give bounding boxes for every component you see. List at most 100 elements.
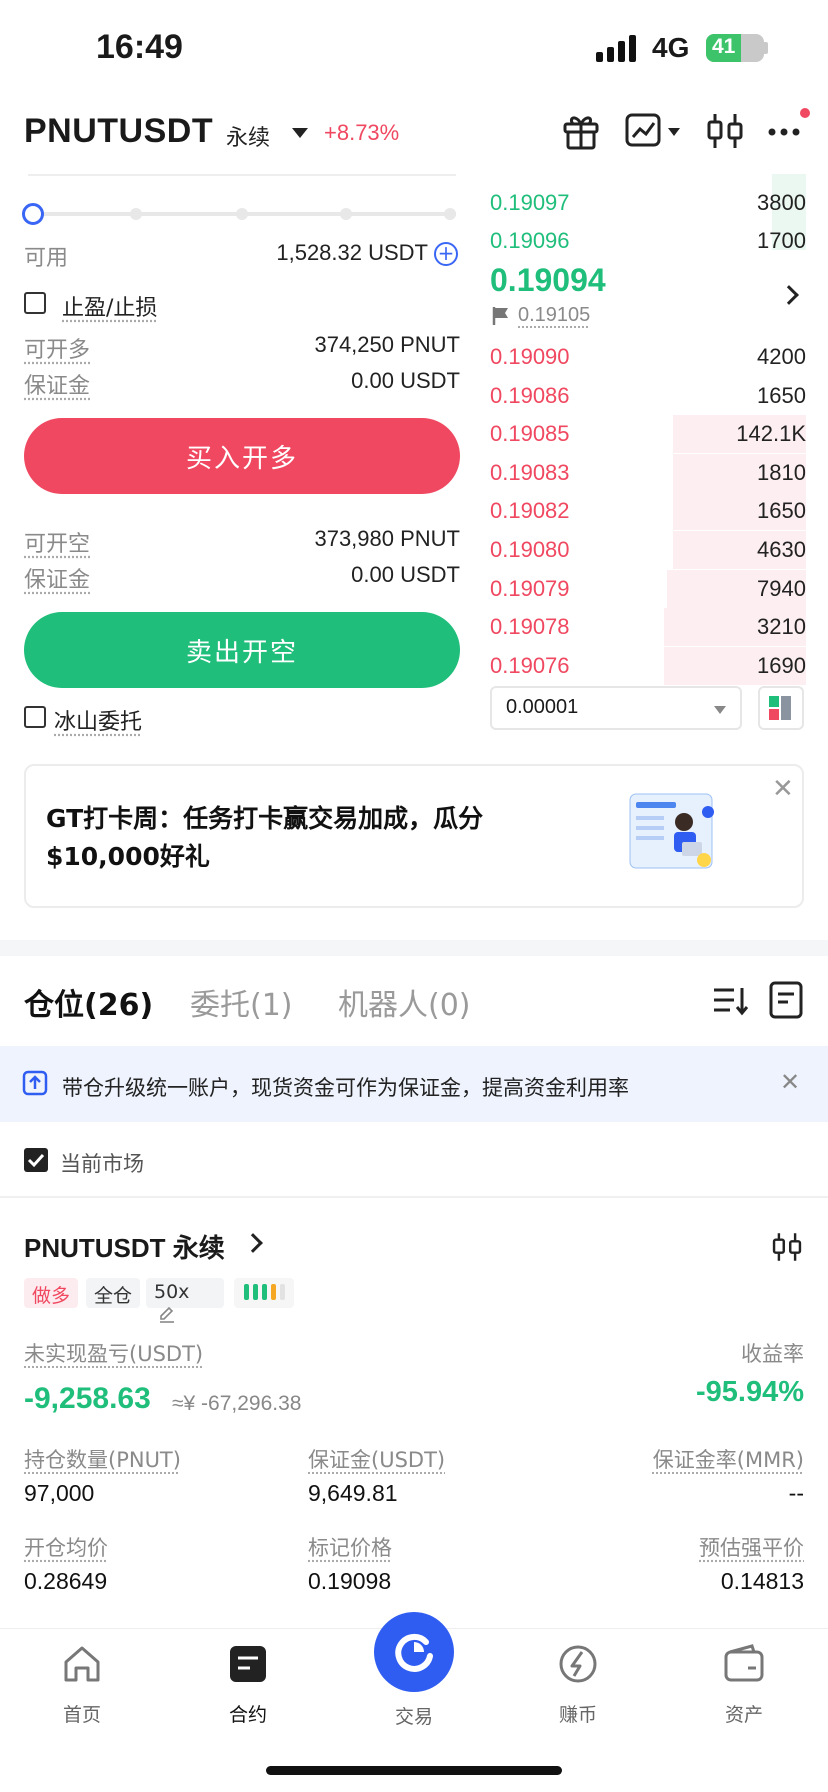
precision-value: 0.00001 [506, 696, 579, 718]
ask-price: 0.19086 [490, 382, 570, 408]
ask-qty: 7940 [757, 575, 806, 601]
long-margin-value: 0.00 USDT [351, 368, 460, 393]
ask-qty: 1690 [757, 652, 806, 678]
orderbook-row-ask[interactable]: 0.19085 142.1K [490, 415, 806, 454]
nav-label[interactable]: 交易 [374, 1702, 454, 1729]
futures-icon [230, 1646, 266, 1682]
notice-text[interactable]: 带仓升级统一账户，现货资金可作为保证金，提高资金利用率 [62, 1072, 629, 1102]
divider [0, 1196, 828, 1198]
chart-icon[interactable] [624, 110, 666, 152]
battery-level: 41 [712, 35, 736, 58]
short-margin-value: 0.00 USDT [351, 562, 460, 587]
nav-assets[interactable]: 资产 [684, 1642, 804, 1727]
precision-select[interactable]: 0.00001 [490, 686, 742, 730]
bid-price: 0.19096 [490, 228, 570, 253]
last-price[interactable]: 0.19094 [490, 262, 606, 299]
contract-type[interactable]: 永续 [226, 120, 270, 152]
slider-step[interactable] [236, 208, 248, 220]
liq-price-value: 0.14813 [720, 1568, 804, 1594]
orderbook-row-ask[interactable]: 0.19082 1650 [490, 492, 806, 531]
orderbook-row-ask[interactable]: 0.19086 1650 [490, 377, 806, 415]
orderbook-row-ask[interactable]: 0.19083 1810 [490, 453, 806, 492]
sort-icon[interactable] [712, 984, 750, 1018]
promo-text[interactable]: GT打卡周：任务打卡赢交易加成，瓜分$10,000好礼 [46, 800, 566, 876]
pair-dropdown-icon[interactable] [292, 128, 308, 138]
nav-label: 合约 [228, 1704, 267, 1726]
orderbook-row-bid[interactable]: 0.19097 3800 [490, 184, 806, 222]
ask-price: 0.19076 [490, 652, 570, 678]
gift-icon[interactable] [560, 110, 602, 152]
earn-icon [559, 1645, 597, 1683]
mark-price[interactable]: 0.19105 [518, 304, 590, 327]
orderbook-row-ask[interactable]: 0.19090 4200 [490, 338, 806, 376]
max-long-value: 374,250 PNUT [314, 332, 460, 357]
mark-price-label: 标记价格 [308, 1536, 392, 1560]
flag-icon [492, 307, 508, 325]
current-market-checkbox[interactable] [24, 1148, 48, 1172]
roi-value: -95.94% [695, 1376, 804, 1408]
slider-step[interactable] [130, 208, 142, 220]
more-icon[interactable] [764, 110, 806, 152]
layout-icon [769, 696, 791, 720]
chevron-right-icon[interactable] [243, 1233, 263, 1253]
ask-qty: 4200 [757, 344, 806, 369]
nav-trade-button[interactable] [374, 1612, 454, 1692]
orderbook-layout-button[interactable] [758, 686, 804, 730]
orderbook-row-ask[interactable]: 0.19076 1690 [490, 646, 806, 685]
margin-mode-tag: 全仓 [86, 1278, 141, 1308]
sell-short-button[interactable]: 卖出开空 [24, 612, 460, 688]
roi-label: 收益率 [741, 1342, 804, 1366]
history-icon[interactable] [768, 980, 804, 1020]
bid-qty: 1700 [757, 228, 806, 253]
iceberg-label[interactable]: 冰山委托 [54, 704, 142, 736]
leverage-tag[interactable]: 50x [146, 1278, 224, 1323]
status-time: 16:49 [96, 28, 183, 66]
tab-bots[interactable]: 机器人(0) [338, 980, 471, 1024]
ask-qty: 1810 [757, 459, 806, 485]
nav-earn[interactable]: 赚币 [518, 1642, 638, 1727]
ask-price: 0.19083 [490, 459, 570, 485]
signal-icon [596, 34, 636, 62]
ask-price: 0.19090 [490, 344, 570, 369]
pair-title[interactable]: PNUTUSDT [24, 112, 213, 151]
home-icon [64, 1646, 100, 1682]
transfer-plus-icon[interactable]: + [434, 242, 458, 266]
nav-home[interactable]: 首页 [22, 1642, 142, 1727]
tab-positions[interactable]: 仓位(26) [24, 980, 153, 1024]
nav-label: 赚币 [558, 1704, 597, 1726]
ask-qty: 1650 [757, 382, 806, 408]
nav-futures[interactable]: 合约 [188, 1642, 308, 1727]
orderbook-row-ask[interactable]: 0.19078 3210 [490, 608, 806, 647]
close-icon[interactable]: ✕ [780, 1068, 800, 1096]
ask-qty: 4630 [757, 537, 806, 562]
slider-knob[interactable] [22, 203, 44, 225]
chart-dropdown-icon[interactable] [668, 128, 680, 136]
mmr-value: -- [788, 1480, 804, 1506]
buy-long-button[interactable]: 买入开多 [24, 418, 460, 494]
tpsl-label[interactable]: 止盈/止损 [62, 290, 157, 322]
orderbook-row-bid[interactable]: 0.19096 1700 [490, 222, 806, 260]
position-title[interactable]: PNUTUSDT 永续 [24, 1228, 225, 1265]
entry-price-value: 0.28649 [24, 1568, 108, 1594]
leverage-value: 50x [154, 1281, 190, 1303]
close-icon[interactable]: ✕ [772, 774, 794, 804]
tab-orders[interactable]: 委托(1) [190, 980, 293, 1024]
upgrade-icon [22, 1070, 48, 1096]
section-divider [0, 940, 828, 956]
chevron-right-icon[interactable] [779, 285, 799, 305]
iceberg-checkbox[interactable] [24, 706, 46, 728]
current-market-label[interactable]: 当前市场 [60, 1148, 144, 1178]
max-short-value: 373,980 PNUT [314, 526, 460, 551]
orderbook-row-ask[interactable]: 0.19080 4630 [490, 531, 806, 569]
nav-label: 首页 [62, 1704, 101, 1726]
candlestick-icon[interactable] [704, 110, 746, 152]
slider-step[interactable] [340, 208, 352, 220]
network-label: 4G [652, 32, 690, 63]
tpsl-checkbox[interactable] [24, 292, 46, 314]
candlestick-icon[interactable] [770, 1230, 804, 1264]
bid-qty: 3800 [757, 190, 806, 215]
slider-step[interactable] [444, 208, 456, 220]
adl-indicator [234, 1278, 294, 1308]
orderbook-row-ask[interactable]: 0.19079 7940 [490, 569, 806, 608]
home-indicator [266, 1766, 562, 1775]
